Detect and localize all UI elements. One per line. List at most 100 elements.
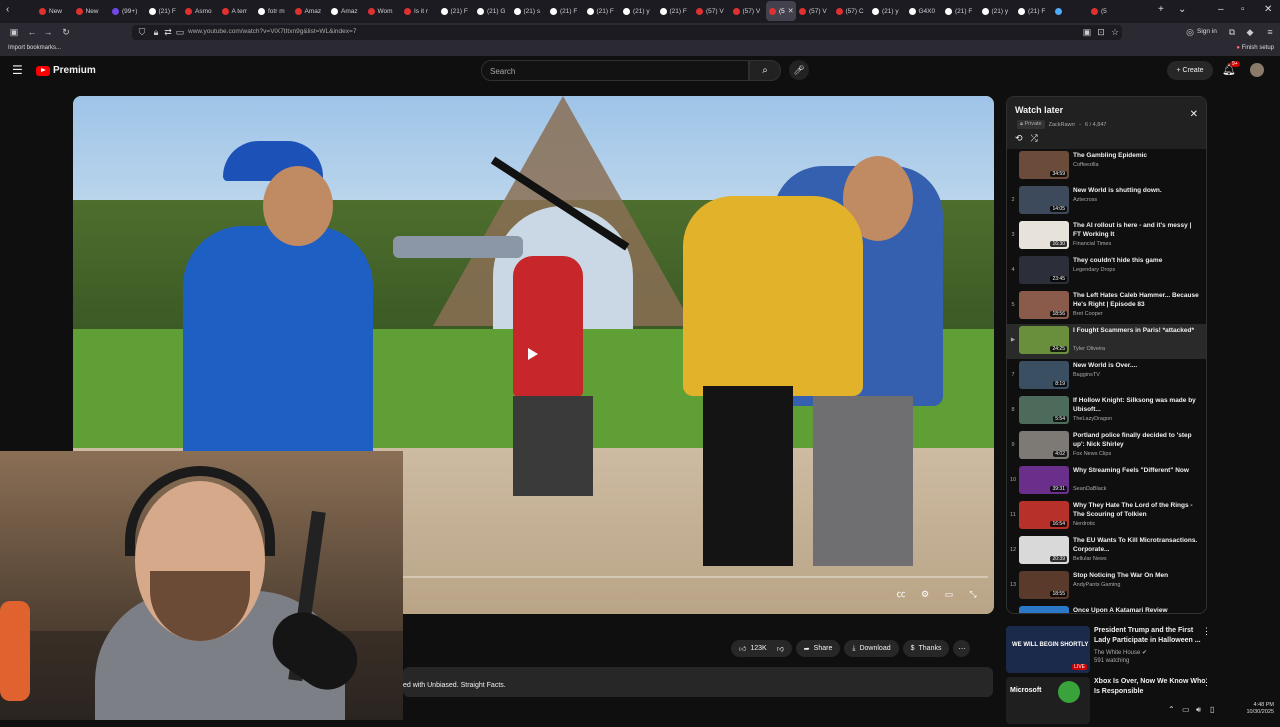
browser-tab[interactable]: (21) F <box>942 1 979 21</box>
finish-setup-link[interactable]: ● Finish setup <box>1236 45 1274 51</box>
browser-tab[interactable]: (5 <box>1088 1 1125 21</box>
channel-name[interactable]: Aztecross <box>1073 197 1097 203</box>
video-thumbnail[interactable]: 39:31 <box>1019 466 1069 494</box>
bookmark-star-icon[interactable]: ☆ <box>1109 26 1121 38</box>
create-button[interactable]: + Create <box>1167 61 1213 80</box>
browser-tab[interactable]: (5 ✕ <box>766 1 796 21</box>
playlist-item[interactable]: 4 23:45 They couldn't hide this game Legend… <box>1007 254 1206 289</box>
channel-name[interactable]: Nerdrotic <box>1073 521 1095 527</box>
more-options-icon[interactable]: ⋮ <box>1202 677 1211 688</box>
browser-tab[interactable]: (21) F <box>547 1 584 21</box>
voice-search-button[interactable]: 🎤︎ <box>789 60 809 80</box>
sidebar-icon[interactable]: ▣ <box>8 26 20 38</box>
menu-icon[interactable]: ≡ <box>1264 26 1276 38</box>
video-thumbnail[interactable]: 8:19 <box>1019 361 1069 389</box>
browser-tab[interactable]: (21) F <box>146 1 183 21</box>
forward-icon[interactable]: → <box>42 26 54 38</box>
close-panel-icon[interactable]: ✕ <box>1190 109 1198 120</box>
browser-tab[interactable]: fotr m <box>255 1 292 21</box>
like-button[interactable]: 👍︎ 123K 👎︎ <box>731 640 792 657</box>
video-title[interactable]: If Hollow Knight: Silksong was made by U… <box>1073 396 1201 414</box>
browser-tab[interactable]: (21) y <box>979 1 1016 21</box>
browser-tab[interactable]: (21) F <box>438 1 475 21</box>
browser-tab[interactable]: (57) V <box>796 1 833 21</box>
url-text[interactable]: www.youtube.com/watch?v=ViX7tItxn9g&list… <box>188 28 356 35</box>
video-title[interactable]: The Gambling Epidemic <box>1073 151 1201 160</box>
video-thumbnail[interactable]: 5:54 <box>1019 396 1069 424</box>
video-thumbnail[interactable]: 4:02 <box>1019 431 1069 459</box>
video-thumbnail[interactable]: 18:55 <box>1019 571 1069 599</box>
channel-name[interactable]: BagginsTV <box>1073 372 1100 378</box>
browser-tab[interactable]: Amaz <box>328 1 365 21</box>
video-title[interactable]: Once Upon A Katamari Review <box>1073 606 1201 613</box>
browser-tab[interactable]: (21) y <box>869 1 906 21</box>
video-title[interactable]: Xbox Is Over, Now We Know Who Is Respons… <box>1094 677 1206 697</box>
volume-icon[interactable]: 🔊︎ <box>1196 705 1201 715</box>
captions-icon[interactable]: ㏄ <box>895 588 907 600</box>
browser-tab[interactable]: (21) F <box>584 1 621 21</box>
screenshot-icon[interactable]: ⊡ <box>1095 26 1107 38</box>
browser-tab[interactable] <box>1052 1 1089 21</box>
playlist-item[interactable]: 13 18:55 Stop Noticing The War On Men AndyP… <box>1007 569 1206 604</box>
minimize-icon[interactable]: – <box>1218 4 1224 15</box>
lock-icon[interactable]: 🔒︎ <box>150 26 162 38</box>
thanks-button[interactable]: $ Thanks <box>902 640 950 657</box>
settings-gear-icon[interactable]: ⚙ <box>919 588 931 600</box>
permissions-icon[interactable]: ⇄ <box>162 26 174 38</box>
video-title[interactable]: I Fought Scammers in Paris! *attacked* <box>1073 326 1201 335</box>
sign-in-link[interactable]: Sign in <box>1197 28 1217 35</box>
recommended-video[interactable]: WE WILL BEGIN SHORTLY LIVE President Tru… <box>1006 626 1216 676</box>
video-title[interactable]: Why Streaming Feels "Different" Now <box>1073 466 1201 475</box>
channel-name[interactable]: Fox News Clips <box>1073 451 1111 457</box>
video-thumbnail[interactable]: 9:23 <box>1019 606 1069 613</box>
video-thumbnail[interactable]: 14:05 <box>1019 186 1069 214</box>
video-thumbnail[interactable]: Microsoft <box>1006 677 1090 724</box>
playlist-item[interactable]: 149:23Once Upon A Katamari ReviewIGN <box>1007 604 1206 613</box>
network-icon[interactable]: ▭ <box>1182 705 1190 714</box>
shield-icon[interactable]: ⛉ <box>136 26 148 38</box>
channel-name[interactable]: Tyler Oliveira <box>1073 346 1105 352</box>
tab-list-icon[interactable]: ‹ <box>6 4 9 15</box>
playlist-item[interactable]: 2 14:05 New World is shutting down. Aztecro… <box>1007 184 1206 219</box>
video-thumbnail[interactable]: 16:30 <box>1019 221 1069 249</box>
browser-tab[interactable]: New <box>73 1 110 21</box>
channel-name[interactable]: Legendary Drops <box>1073 267 1115 273</box>
browser-tab[interactable]: Amaz <box>292 1 329 21</box>
channel-name[interactable]: Financial Times <box>1073 241 1111 247</box>
clock[interactable]: 4:48 PM 10/30/2025 <box>1246 702 1274 716</box>
more-options-icon[interactable]: ⋮ <box>1202 626 1211 637</box>
browser-tab[interactable]: (21) F <box>657 1 694 21</box>
playlist-item[interactable]: ▶ 24:25 I Fought Scammers in Paris! *attac… <box>1007 324 1206 359</box>
reader-icon[interactable]: ▭ <box>174 26 186 38</box>
channel-name[interactable]: SeanDaBlack <box>1073 486 1106 492</box>
shuffle-icon[interactable]: ⤮ <box>1031 133 1038 144</box>
browser-tab[interactable]: (21) y <box>620 1 657 21</box>
video-thumbnail[interactable]: WE WILL BEGIN SHORTLY LIVE <box>1006 626 1090 673</box>
channel-name[interactable]: Coffeezilla <box>1073 162 1099 168</box>
extension-badge-icon[interactable]: ◆ <box>1244 26 1256 38</box>
maximize-icon[interactable]: ▫ <box>1241 4 1245 15</box>
video-title[interactable]: The Left Hates Caleb Hammer... Because H… <box>1073 291 1201 309</box>
playlist-item[interactable]: 12 20:39 The EU Wants To Kill Microtransac… <box>1007 534 1206 569</box>
playlist-item[interactable]: 11 16:54 Why They Hate The Lord of the Rin… <box>1007 499 1206 534</box>
share-button[interactable]: ➦ Share <box>795 640 841 657</box>
video-thumbnail[interactable]: 16:54 <box>1019 501 1069 529</box>
channel-name[interactable]: The White House ✔ <box>1094 649 1147 656</box>
playlist-item[interactable]: 8 5:54 If Hollow Knight: Silksong was made… <box>1007 394 1206 429</box>
playlist-item[interactable]: 3 16:30 The AI rollout is here - and it's … <box>1007 219 1206 254</box>
video-title[interactable]: Stop Noticing The War On Men <box>1073 571 1201 580</box>
video-title[interactable]: New World is shutting down. <box>1073 186 1201 195</box>
more-actions-button[interactable]: ⋯ <box>953 640 971 657</box>
window-close-icon[interactable]: ✕ <box>1264 4 1272 15</box>
playlist-owner[interactable]: ZackRawrr <box>1049 122 1076 128</box>
channel-name[interactable]: AndyPants Gaming <box>1073 582 1120 588</box>
video-description[interactable]: ed with Unbiased. Straight Facts. <box>403 667 993 697</box>
browser-tab[interactable]: (21) s <box>511 1 548 21</box>
browser-tab[interactable]: (99+) <box>109 1 146 21</box>
video-progress-bar[interactable] <box>403 576 988 578</box>
playlist-title[interactable]: Watch later <box>1015 105 1063 115</box>
video-thumbnail[interactable]: 23:45 <box>1019 256 1069 284</box>
hamburger-menu-icon[interactable]: ☰ <box>12 64 24 76</box>
video-title[interactable]: The EU Wants To Kill Microtransactions. … <box>1073 536 1201 554</box>
browser-tab[interactable]: (21) G <box>474 1 511 21</box>
